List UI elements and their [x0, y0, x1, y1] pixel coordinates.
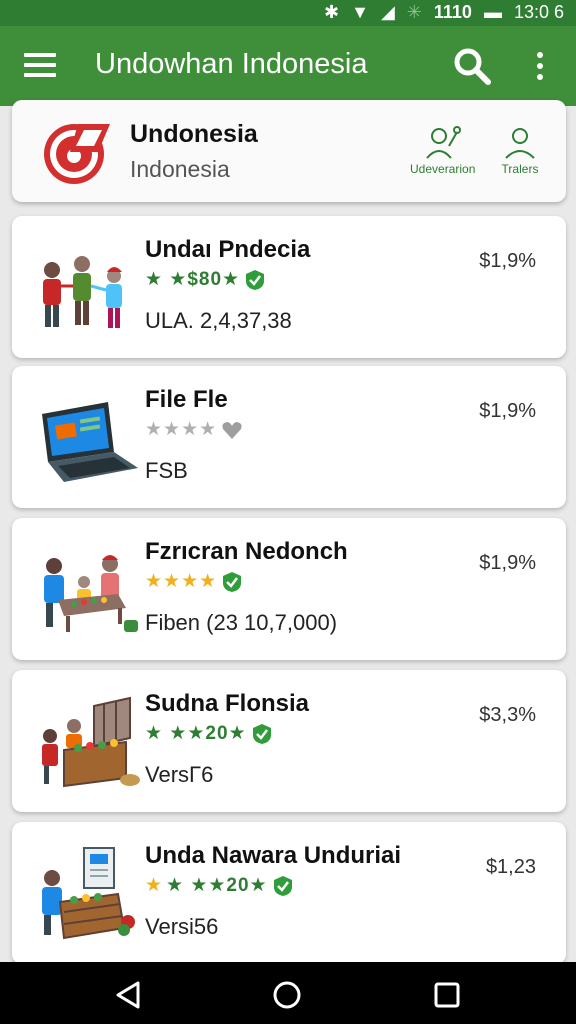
item-rating: ★★★★	[145, 570, 243, 593]
family-market-illustration	[44, 555, 138, 632]
list-item[interactable]: Unda Nawara Unduriai ★ ★ ★★20★ Versi56 $…	[12, 822, 566, 964]
country-header-card: Undonesia Indonesia Udeverarion Tralers	[12, 100, 566, 202]
market-stall-illustration	[42, 696, 140, 788]
home-icon[interactable]	[272, 980, 302, 1010]
signal-text: 1110	[433, 2, 472, 22]
item-rating: ★ ★ ★★20★	[145, 874, 294, 897]
search-icon[interactable]	[452, 46, 492, 86]
laptop-illustration	[42, 402, 138, 482]
battery-icon: ▬	[483, 2, 502, 22]
rating-stars: ★ ★★20★	[145, 723, 247, 744]
heart-icon[interactable]	[221, 419, 243, 441]
back-icon[interactable]	[114, 980, 144, 1010]
people-group-illustration	[43, 256, 122, 328]
person-presenter-icon	[425, 126, 461, 159]
item-subtitle: Fiben (23 10,7,000)	[145, 610, 338, 635]
rating-stars: ★★★★	[145, 419, 218, 440]
item-name: Fzrıcran Nedonch	[145, 538, 348, 565]
verified-check-icon	[223, 571, 242, 592]
list-item[interactable]: File Fle ★★★★ FSB $1,9%	[12, 366, 566, 508]
item-name: File Fle	[145, 386, 228, 413]
item-subtitle: Versi56	[145, 914, 219, 939]
bluetooth-icon: ✱	[324, 2, 340, 22]
brand-logo	[44, 124, 110, 184]
list-item[interactable]: Undaı Pndecia ★ ★$80★ ULA. 2,4,37,38 $1,…	[12, 216, 566, 358]
header-button-label: Tralers	[501, 162, 539, 176]
app-bar: Undowhan Indonesia	[0, 26, 576, 106]
header-subtitle: Indonesia	[130, 156, 230, 182]
item-price: $1,9%	[479, 250, 536, 272]
item-name: Undaı Pndecia	[145, 236, 311, 263]
clock: 13:0 6	[513, 2, 564, 22]
item-subtitle: ULA. 2,4,37,38	[145, 308, 292, 333]
app-title: Undowhan Indonesia	[95, 48, 368, 80]
rating-stars: ★★★★	[145, 571, 218, 592]
wifi-icon: ▼	[351, 2, 369, 22]
item-price: $3,3%	[479, 704, 536, 726]
item-rating: ★ ★★20★	[145, 722, 273, 745]
person-icon	[505, 128, 535, 159]
verified-check-icon	[246, 269, 265, 290]
header-button-udeverarion[interactable]: Udeverarion	[410, 124, 475, 176]
item-name: Sudna Flonsia	[145, 690, 310, 717]
rating-stars: ★ ★★20★	[166, 875, 268, 896]
recents-icon[interactable]	[432, 980, 462, 1010]
list-item[interactable]: Sudna Flonsia ★ ★★20★ VersΓ6 $3,3%	[12, 670, 566, 812]
menu-icon[interactable]	[24, 52, 56, 78]
rating-stars: ★ ★$80★	[145, 269, 241, 290]
vendor-stall-illustration	[42, 847, 135, 940]
verified-check-icon	[252, 723, 271, 744]
network-icon: ✳	[406, 2, 422, 22]
status-bar: ✱ ▼ ◢ ✳ 1110 ▬ 13:0 6	[0, 0, 576, 26]
item-price: $1,9%	[479, 552, 536, 574]
rating-star-gold: ★	[145, 875, 163, 896]
cell-signal-icon: ◢	[380, 2, 395, 22]
item-price: $1,9%	[479, 400, 536, 422]
item-subtitle: FSB	[145, 458, 188, 483]
item-rating: ★ ★$80★	[145, 268, 266, 291]
header-button-label: Udeverarion	[410, 162, 476, 176]
header-button-tralers[interactable]: Tralers	[500, 124, 540, 176]
verified-check-icon	[273, 875, 292, 896]
item-rating: ★★★★	[145, 418, 243, 441]
more-options-icon[interactable]	[530, 50, 550, 82]
item-subtitle: VersΓ6	[145, 762, 214, 787]
list-item[interactable]: Fzrıcran Nedonch ★★★★ Fiben (23 10,7,000…	[12, 518, 566, 660]
item-name: Unda Nawara Unduriai	[145, 842, 402, 869]
header-title: Undonesia	[130, 120, 258, 148]
system-nav-bar	[0, 962, 576, 1024]
item-price: $1,23	[485, 856, 536, 878]
